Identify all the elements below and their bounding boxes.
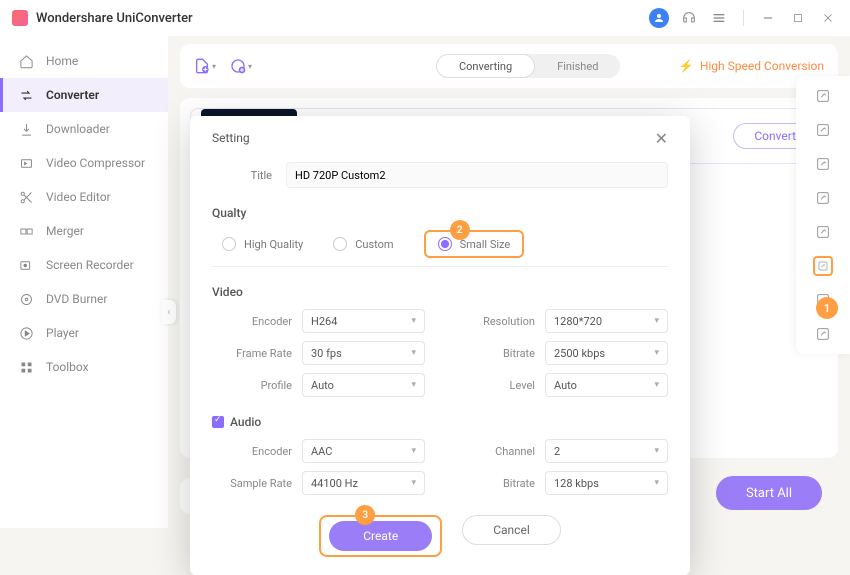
close-icon[interactable]: ✕ <box>655 129 668 148</box>
maximize-icon[interactable] <box>788 8 808 28</box>
sidebar-item-converter[interactable]: Converter <box>0 78 168 112</box>
level-select[interactable]: Auto <box>545 373 668 397</box>
sidebar-item-toolbox[interactable]: Toolbox <box>0 350 168 384</box>
sidebar-label: Player <box>46 326 79 340</box>
add-url-button[interactable]: ▾ <box>230 55 252 77</box>
profile-select[interactable]: Auto <box>302 373 425 397</box>
channel-select[interactable]: 2 <box>545 439 668 463</box>
sidebar-label: Video Editor <box>46 190 111 204</box>
edit-preset-icon[interactable] <box>813 120 833 140</box>
video-encoder-label: Encoder <box>212 315 292 328</box>
start-all-button[interactable]: Start All <box>716 476 822 510</box>
disc-icon <box>18 291 34 307</box>
create-button[interactable]: Create <box>329 521 432 551</box>
samplerate-select[interactable]: 44100 Hz <box>302 471 425 495</box>
sidebar-label: Video Compressor <box>46 156 145 170</box>
tab-converting[interactable]: Converting <box>436 54 535 78</box>
tab-finished[interactable]: Finished <box>535 54 620 78</box>
radio-high-quality[interactable]: High Quality <box>222 237 303 251</box>
edit-preset-icon[interactable] <box>813 86 833 106</box>
radio-custom[interactable]: Custom <box>333 237 393 251</box>
home-icon <box>18 53 34 69</box>
audio-checkbox[interactable] <box>212 416 224 428</box>
resolution-label: Resolution <box>455 315 535 328</box>
add-file-button[interactable]: ▾ <box>194 55 216 77</box>
sidebar-item-player[interactable]: Player <box>0 316 168 350</box>
edit-preset-icon[interactable] <box>813 222 833 242</box>
tab-bar: Converting Finished <box>436 54 620 78</box>
sidebar-item-editor[interactable]: Video Editor <box>0 180 168 214</box>
support-icon[interactable] <box>679 8 699 28</box>
resolution-select[interactable]: 1280*720 <box>545 309 668 333</box>
title-input[interactable] <box>286 162 668 188</box>
app-logo <box>12 10 28 26</box>
audio-bitrate-select[interactable]: 128 kbps <box>545 471 668 495</box>
compress-icon <box>18 155 34 171</box>
sidebar-label: Downloader <box>46 122 110 136</box>
menu-icon[interactable] <box>709 8 729 28</box>
framerate-label: Frame Rate <box>212 347 292 360</box>
audio-heading: Audio <box>212 415 668 429</box>
edit-preset-icon-highlighted[interactable] <box>813 256 833 276</box>
edit-preset-icon[interactable] <box>813 154 833 174</box>
video-heading: Video <box>212 285 668 299</box>
edit-preset-icon[interactable] <box>813 188 833 208</box>
audio-encoder-label: Encoder <box>212 445 292 458</box>
high-speed-label[interactable]: ⚡High Speed Conversion <box>679 59 824 73</box>
topbar: ▾ ▾ Converting Finished ⚡High Speed Conv… <box>180 44 838 88</box>
audio-bitrate-label: Bitrate <box>455 477 535 490</box>
annotation-badge-2: 2 <box>450 220 470 240</box>
cancel-button[interactable]: Cancel <box>462 515 561 545</box>
sidebar-label: Home <box>46 54 78 68</box>
audio-encoder-select[interactable]: AAC <box>302 439 425 463</box>
video-bitrate-label: Bitrate <box>455 347 535 360</box>
sidebar-item-dvd[interactable]: DVD Burner <box>0 282 168 316</box>
user-avatar[interactable] <box>649 8 669 28</box>
sidebar-label: Converter <box>46 88 99 102</box>
quality-heading: Qualty <box>212 206 668 220</box>
record-icon <box>18 257 34 273</box>
profile-label: Profile <box>212 379 292 392</box>
sidebar: Home Converter Downloader Video Compress… <box>0 36 168 528</box>
sidebar-item-compressor[interactable]: Video Compressor <box>0 146 168 180</box>
sidebar-label: Merger <box>46 224 84 238</box>
sidebar-item-home[interactable]: Home <box>0 44 168 78</box>
grid-icon <box>18 359 34 375</box>
sidebar-label: Screen Recorder <box>46 258 134 272</box>
radio-small-size[interactable]: 2 Small Size <box>424 230 525 258</box>
merge-icon <box>18 223 34 239</box>
channel-label: Channel <box>455 445 535 458</box>
sidebar-label: Toolbox <box>46 360 89 374</box>
video-bitrate-select[interactable]: 2500 kbps <box>545 341 668 365</box>
app-title: Wondershare UniConverter <box>36 11 193 26</box>
sidebar-label: DVD Burner <box>46 292 107 306</box>
level-label: Level <box>455 379 535 392</box>
edit-preset-icon[interactable] <box>813 324 833 344</box>
scissors-icon <box>18 189 34 205</box>
download-icon <box>18 121 34 137</box>
sidebar-item-recorder[interactable]: Screen Recorder <box>0 248 168 282</box>
dialog-title: Setting <box>212 131 250 145</box>
annotation-badge-1: 1 <box>816 297 838 319</box>
framerate-select[interactable]: 30 fps <box>302 341 425 365</box>
samplerate-label: Sample Rate <box>212 477 292 490</box>
converter-icon <box>18 87 34 103</box>
create-highlight: 3 Create <box>319 515 442 557</box>
close-icon[interactable] <box>818 8 838 28</box>
title-label: Title <box>212 169 272 182</box>
sidebar-item-downloader[interactable]: Downloader <box>0 112 168 146</box>
play-icon <box>18 325 34 341</box>
sidebar-item-merger[interactable]: Merger <box>0 214 168 248</box>
video-encoder-select[interactable]: H264 <box>302 309 425 333</box>
minimize-icon[interactable] <box>758 8 778 28</box>
bolt-icon: ⚡ <box>679 59 694 73</box>
settings-dialog: Setting ✕ Title Qualty High Quality Cust… <box>190 116 690 575</box>
